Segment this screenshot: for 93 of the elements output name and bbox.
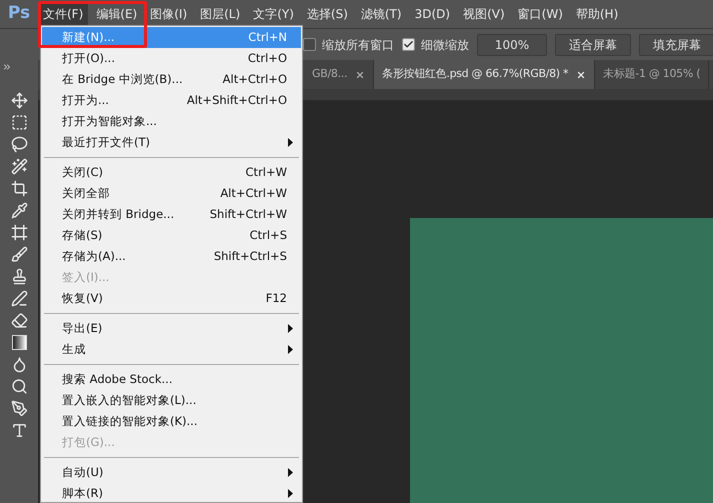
- menu-entry[interactable]: 存储(S) Ctrl+S: [42, 225, 301, 246]
- menu-label: 打包(G)...: [62, 434, 116, 451]
- menu-label: 置入链接的智能对象(K)...: [62, 412, 198, 430]
- menu-item[interactable]: 选择(S): [302, 3, 353, 25]
- menu-label: 最近打开文件(T): [62, 134, 151, 151]
- close-icon[interactable]: [355, 70, 366, 80]
- menu-label: 自动(U): [62, 464, 104, 481]
- gradient-icon[interactable]: [12, 335, 26, 350]
- menu-label: 搜索 Adobe Stock...: [62, 370, 174, 388]
- menu-entry[interactable]: 恢复(V) F12: [42, 288, 301, 309]
- menu-entry[interactable]: 最近打开文件(T): [42, 132, 301, 153]
- document-tab[interactable]: 条形按钮红色.psd @ 66.7%(RGB/8) *: [374, 60, 596, 89]
- tab-title: 未标题-1 @ 105% (: [603, 66, 700, 82]
- menu-entry[interactable]: 在 Bridge 中浏览(B)... Alt+Ctrl+O: [42, 69, 301, 90]
- menu-label: 生成: [62, 340, 87, 358]
- menu-entry[interactable]: 存储为(A)... Shift+Ctrl+S: [42, 246, 301, 267]
- frame-icon[interactable]: [10, 224, 28, 241]
- menu-item[interactable]: 视图(V): [458, 3, 510, 25]
- menu-entry[interactable]: 打开为智能对象...: [42, 111, 301, 132]
- menu-label: 新建(N)...: [62, 28, 116, 46]
- pen-icon[interactable]: [10, 400, 28, 417]
- brush-icon[interactable]: [10, 246, 28, 263]
- app-logo: Ps: [6, 2, 32, 26]
- eyedropper-icon[interactable]: [10, 202, 28, 219]
- menu-item[interactable]: 图像(I): [145, 3, 192, 25]
- crop-icon[interactable]: [10, 180, 28, 197]
- menu-entry[interactable]: 关闭并转到 Bridge... Shift+Ctrl+W: [42, 204, 301, 225]
- menu-entry[interactable]: 关闭(C) Ctrl+W: [42, 162, 301, 183]
- menu-item[interactable]: 图层(L): [195, 3, 246, 25]
- menu-label: 关闭全部: [62, 184, 111, 202]
- menu-entry[interactable]: 打开(O)... Ctrl+O: [42, 48, 301, 69]
- menu-label: 打开为...: [62, 92, 110, 109]
- menu-label: 置入嵌入的智能对象(L)...: [62, 392, 198, 409]
- checkbox-label: 缩放所有窗口: [322, 36, 394, 54]
- submenu-arrow-icon: [288, 489, 293, 498]
- shortcut-label: Alt+Ctrl+W: [220, 184, 287, 202]
- lasso-icon[interactable]: [10, 136, 28, 153]
- menu-item[interactable]: 文件(F): [38, 3, 88, 25]
- zoom-field[interactable]: 100%: [477, 34, 547, 56]
- menu-label: 关闭并转到 Bridge...: [62, 206, 176, 223]
- menu-label: 打开为智能对象...: [62, 112, 158, 130]
- shortcut-label: Ctrl+W: [246, 164, 287, 181]
- menu-item[interactable]: 文字(Y): [248, 3, 299, 25]
- menu-label: 恢复(V): [62, 290, 104, 307]
- stamp-icon[interactable]: [10, 268, 28, 285]
- toolbar-button[interactable]: 填充屏幕: [639, 34, 713, 56]
- eraser-icon[interactable]: [10, 312, 28, 329]
- toolbar-button[interactable]: 适合屏幕: [555, 34, 631, 56]
- checkbox[interactable]: [402, 38, 415, 51]
- collapse-icon[interactable]: [2, 62, 12, 72]
- menu-item[interactable]: 窗口(W): [512, 3, 568, 25]
- menu-label: 存储为(A)...: [62, 248, 127, 265]
- tab-title: GB/8...: [312, 66, 348, 82]
- menu-entry[interactable]: 自动(U): [42, 462, 301, 483]
- submenu-arrow-icon: [288, 324, 293, 333]
- shortcut-label: Ctrl+O: [248, 50, 287, 67]
- menu-entry[interactable]: 打开为... Alt+Shift+Ctrl+O: [42, 90, 301, 111]
- menu-label: 在 Bridge 中浏览(B)...: [62, 70, 184, 88]
- shortcut-label: Shift+Ctrl+W: [210, 206, 287, 223]
- menu-entry[interactable]: 关闭全部 Alt+Ctrl+W: [42, 183, 301, 204]
- checkbox[interactable]: [303, 38, 316, 51]
- shortcut-label: Shift+Ctrl+S: [214, 248, 287, 265]
- shortcut-label: Ctrl+S: [250, 226, 287, 244]
- move-icon[interactable]: [10, 92, 28, 109]
- shortcut-label: F12: [266, 290, 287, 307]
- menu-item[interactable]: 滤镜(T): [356, 3, 407, 25]
- shortcut-label: Ctrl+N: [248, 28, 287, 46]
- submenu-arrow-icon: [288, 345, 293, 354]
- menu-entry[interactable]: 置入嵌入的智能对象(L)...: [42, 390, 301, 411]
- menu-label: 打开(O)...: [62, 50, 116, 67]
- menu-label: 签入(I)...: [62, 268, 110, 286]
- shortcut-label: Alt+Shift+Ctrl+O: [186, 92, 287, 109]
- menu-entry[interactable]: 搜索 Adobe Stock...: [42, 369, 301, 390]
- checkbox-label: 细微缩放: [421, 36, 469, 54]
- menu-item[interactable]: 编辑(E): [91, 3, 142, 25]
- menu-label: 脚本(R): [62, 484, 104, 502]
- menu-label: 关闭(C): [62, 164, 104, 181]
- menu-label: 导出(E): [62, 320, 104, 337]
- menu-item[interactable]: 帮助(H): [570, 3, 624, 25]
- close-icon[interactable]: [576, 70, 586, 80]
- menu-entry[interactable]: 导出(E): [42, 318, 301, 339]
- menu-entry[interactable]: 生成: [42, 339, 301, 360]
- menu-entry[interactable]: 脚本(R): [42, 483, 301, 503]
- submenu-arrow-icon: [288, 138, 293, 147]
- menu-label: 存储(S): [62, 226, 104, 244]
- magic-wand-icon[interactable]: [10, 158, 28, 175]
- marquee-icon[interactable]: [10, 114, 28, 131]
- shortcut-label: Alt+Ctrl+O: [222, 70, 287, 88]
- menu-item[interactable]: 3D(D): [410, 3, 456, 25]
- tab-title: 条形按钮红色.psd @ 66.7%(RGB/8) *: [382, 66, 568, 82]
- submenu-arrow-icon: [288, 468, 293, 477]
- menu-entry[interactable]: 置入链接的智能对象(K)...: [42, 411, 301, 432]
- type-icon[interactable]: [10, 422, 28, 439]
